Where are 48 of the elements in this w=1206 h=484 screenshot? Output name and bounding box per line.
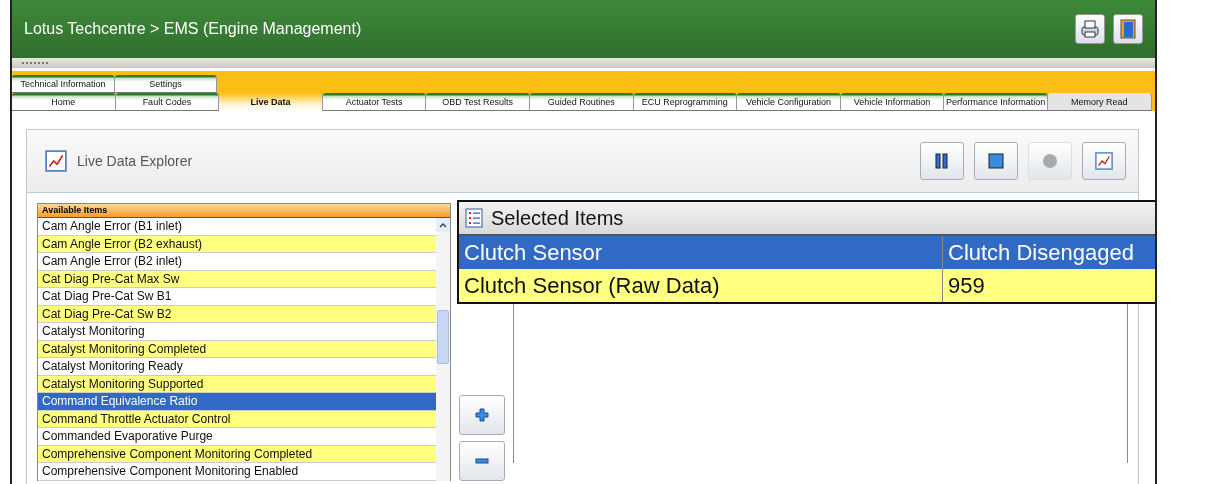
tab[interactable]: Live Data: [219, 93, 323, 111]
door-icon: [1120, 19, 1136, 39]
scroll-up-icon: [439, 222, 447, 228]
list-item[interactable]: Command Equivalence Ratio: [38, 393, 436, 411]
tab[interactable]: Actuator Tests: [322, 93, 427, 111]
list-item[interactable]: Comprehensive Component Monitoring Enabled: [38, 463, 436, 481]
tab[interactable]: Technical Information: [12, 75, 115, 93]
chart-icon: [45, 150, 67, 172]
pause-icon: [935, 153, 949, 169]
list-item[interactable]: Cat Diag Pre-Cat Sw B1: [38, 288, 436, 306]
list-item[interactable]: Cam Angle Error (B2 inlet): [38, 253, 436, 271]
chart-icon: [1095, 152, 1113, 170]
remove-button[interactable]: [459, 441, 505, 481]
record-icon: [1042, 153, 1058, 169]
list-item[interactable]: Catalyst Monitoring: [38, 323, 436, 341]
tab[interactable]: Guided Routines: [529, 93, 634, 111]
printer-icon: [1080, 20, 1100, 38]
chart-button[interactable]: [1082, 142, 1126, 180]
tab[interactable]: OBD Test Results: [426, 93, 530, 111]
scroll-thumb[interactable]: [437, 310, 449, 364]
tab[interactable]: Vehicle Information: [840, 93, 945, 111]
window-title: Lotus Techcentre > EMS (Engine Management): [24, 20, 363, 38]
tab[interactable]: Fault Codes: [115, 93, 220, 111]
selected-item-row[interactable]: Clutch Sensor Clutch Disengaged: [459, 236, 1155, 269]
list-item[interactable]: Commanded Evaporative Purge: [38, 428, 436, 446]
tab[interactable]: Home: [12, 93, 116, 111]
stop-button[interactable]: [974, 142, 1018, 180]
list-item[interactable]: Catalyst Monitoring Ready: [38, 358, 436, 376]
tab[interactable]: ECU Reprogramming: [633, 93, 738, 111]
scrollbar[interactable]: [436, 218, 450, 481]
list-item[interactable]: Cam Angle Error (B1 inlet): [38, 218, 436, 236]
stop-icon: [988, 153, 1004, 169]
minus-icon: [475, 458, 489, 464]
plus-icon: [475, 408, 489, 422]
list-icon: [465, 208, 483, 228]
print-button[interactable]: [1075, 14, 1105, 44]
item-value: 959: [943, 269, 1155, 302]
item-name: Clutch Sensor (Raw Data): [459, 269, 943, 302]
tab[interactable]: Performance Information: [944, 93, 1048, 111]
panel-title: Live Data Explorer: [77, 153, 194, 169]
selected-item-row[interactable]: Clutch Sensor (Raw Data) 959: [459, 269, 1155, 302]
exit-button[interactable]: [1113, 14, 1143, 44]
popup-title: Selected Items: [491, 206, 624, 230]
list-header: Available Items: [38, 204, 450, 218]
pause-button[interactable]: [920, 142, 964, 180]
add-button[interactable]: [459, 395, 505, 435]
tab[interactable]: Settings: [115, 75, 217, 93]
tab[interactable]: Vehicle Configuration: [737, 93, 841, 111]
